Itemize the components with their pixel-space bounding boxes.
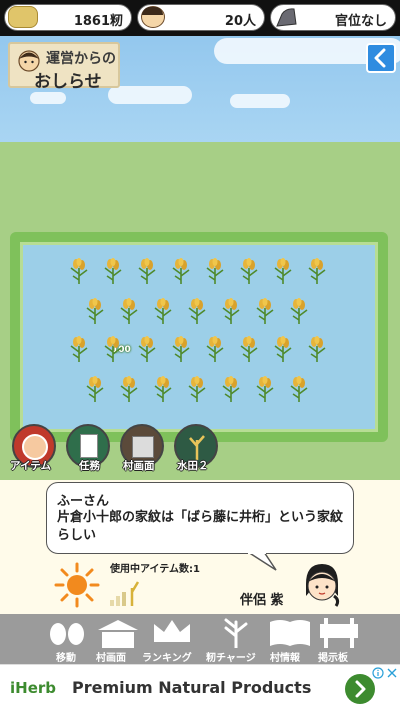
rice-plant — [274, 258, 292, 284]
villager-face-icon — [141, 6, 165, 28]
rice-plant — [104, 336, 122, 362]
cloud — [30, 92, 66, 104]
rice-plant — [290, 298, 308, 324]
nav-rice-charge[interactable]: 籾チャージ — [204, 614, 268, 664]
nav-move-label: 移動 — [56, 653, 76, 664]
rice-plant — [172, 336, 190, 362]
rice-plant — [172, 258, 190, 284]
population-counter: 20人 — [137, 4, 265, 31]
house-icon — [98, 620, 138, 648]
bottom-navigation: 移動 村画面 ランキング 籾チャージ 村情報 掲示板 — [0, 614, 400, 664]
status-bar: 1861籾 20人 官位なし — [0, 0, 400, 36]
item-menu-label: アイテム — [10, 460, 51, 472]
ad-brand: iHerb — [10, 679, 57, 697]
message-text: 片倉小十郎の家紋は「ばら藤に井桁」という家紋らしい — [57, 510, 344, 543]
rice-plant — [308, 336, 326, 362]
sandals-icon — [50, 623, 84, 645]
sun-weather-icon — [54, 562, 100, 608]
rice-plant — [206, 258, 224, 284]
items-in-use: 使用中アイテム数:1 — [110, 564, 200, 575]
rice-bale-icon — [8, 6, 38, 28]
crown-icon — [154, 620, 190, 642]
companion-name: 伴侶 紫 — [240, 593, 284, 608]
rice-plant — [138, 336, 156, 362]
court-hat-icon — [274, 6, 298, 28]
nav-village[interactable]: 村画面 — [94, 614, 144, 664]
ad-go-arrow-icon[interactable] — [344, 673, 376, 705]
rice-plant — [86, 298, 104, 324]
growth-level-icon — [110, 581, 140, 606]
rice-counter: 1861籾 — [4, 4, 132, 31]
notice-line2: おしらせ — [34, 72, 102, 92]
nav-ranking-label: ランキング — [142, 653, 192, 664]
rice-plant — [104, 258, 122, 284]
companion-avatar[interactable] — [298, 560, 346, 608]
ad-banner[interactable]: iHerb Premium Natural Products — [0, 664, 400, 711]
population-count: 20人 — [224, 14, 256, 29]
rice-plant — [188, 298, 206, 324]
rice-plant — [240, 258, 258, 284]
back-button[interactable] — [366, 43, 396, 73]
rice-plant — [206, 336, 224, 362]
rice-plant — [240, 336, 258, 362]
rice-plant — [274, 336, 292, 362]
bubble-tail — [248, 552, 277, 571]
rice-plant — [120, 376, 138, 402]
cloud — [230, 94, 290, 108]
book-icon — [270, 620, 310, 646]
rice-plant — [308, 258, 326, 284]
mission-menu-label: 任務 — [79, 460, 100, 472]
rice-plant-icon — [224, 618, 248, 648]
rice-plant — [222, 298, 240, 324]
paddy-field-2-label: 水田２ — [177, 460, 209, 472]
rice-plant — [188, 376, 206, 402]
nav-village-info-label: 村情報 — [270, 653, 300, 664]
nav-move[interactable]: 移動 — [42, 614, 98, 664]
nav-village-label: 村画面 — [96, 653, 126, 664]
village-screen-label: 村画面 — [123, 460, 155, 472]
rice-plant — [256, 376, 274, 402]
chevron-left-icon — [374, 48, 386, 68]
nav-bulletin-board-label: 掲示板 — [318, 653, 348, 664]
cloud — [108, 86, 192, 104]
notice-line1: 運営からの — [46, 51, 116, 67]
rice-plant — [120, 298, 138, 324]
rice-count: 1861籾 — [73, 14, 123, 29]
ad-headline: Premium Natural Products — [72, 678, 312, 697]
rice-plant — [290, 376, 308, 402]
rice-plant — [70, 258, 88, 284]
signboard-icon — [320, 618, 358, 648]
nav-ranking[interactable]: ランキング — [140, 614, 204, 664]
rice-plant — [256, 298, 274, 324]
rice-plant — [138, 258, 156, 284]
speech-bubble: ふーさん 片倉小十郎の家紋は「ばら藤に井桁」という家紋らしい — [46, 482, 354, 554]
ad-close-icon[interactable] — [386, 667, 398, 679]
rice-plant — [222, 376, 240, 402]
nav-village-info[interactable]: 村情報 — [266, 614, 314, 664]
rice-plant — [154, 298, 172, 324]
rank-value: 官位なし — [334, 14, 387, 29]
rank-indicator: 官位なし — [270, 4, 396, 31]
rice-plant — [154, 376, 172, 402]
operator-notice-button[interactable]: 運営からの おしらせ — [8, 42, 120, 92]
rice-plant — [86, 376, 104, 402]
nav-rice-charge-label: 籾チャージ — [206, 653, 256, 664]
nav-bulletin-board[interactable]: 掲示板 — [314, 614, 364, 664]
paddy-field[interactable]: 100 — [10, 232, 388, 442]
speaker-name: ふーさん — [57, 494, 110, 509]
rice-plant — [70, 336, 88, 362]
